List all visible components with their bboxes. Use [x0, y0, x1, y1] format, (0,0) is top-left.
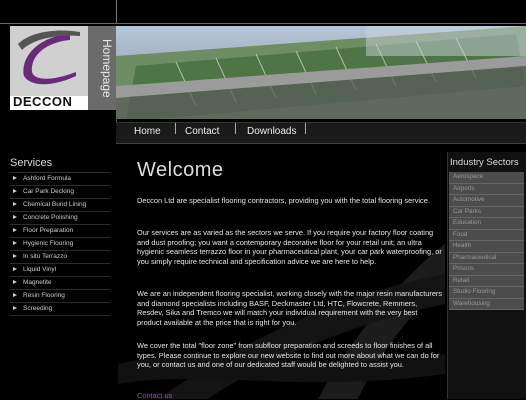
- main-nav: Home Contact Downloads: [116, 122, 526, 144]
- service-item[interactable]: Car Park Decking: [10, 186, 110, 199]
- coverage-paragraph: We cover the total "floor zone" from sub…: [137, 341, 440, 369]
- logo-text: DECCON: [13, 94, 73, 109]
- service-item[interactable]: Floor Preparation: [10, 225, 110, 238]
- arrow-right-icon: [13, 280, 17, 285]
- service-item[interactable]: In situ Terrazzo: [10, 251, 110, 264]
- sector-item[interactable]: Health: [449, 241, 524, 253]
- nav-separator: [305, 123, 306, 134]
- sector-item[interactable]: Warehousing: [449, 298, 524, 310]
- sector-item[interactable]: Retail: [449, 275, 524, 287]
- nav-item-downloads[interactable]: Downloads: [247, 126, 296, 137]
- services-heading: Services: [10, 157, 53, 169]
- services-paragraph: Our services are as varied as the sector…: [137, 228, 442, 266]
- arrow-right-icon: [13, 241, 17, 246]
- sector-item[interactable]: Prisons: [449, 264, 524, 276]
- top-bar: [0, 0, 526, 24]
- sector-item[interactable]: Pharmaceutical: [449, 252, 524, 264]
- nav-separator: [235, 123, 236, 134]
- sector-item[interactable]: Car Parks: [449, 206, 524, 218]
- sector-item[interactable]: Aerospace: [449, 172, 524, 184]
- homepage-label: Homepage: [100, 38, 114, 98]
- nav-item-contact[interactable]: Contact: [185, 126, 219, 137]
- nav-separator: [175, 123, 176, 134]
- arrow-right-icon: [13, 202, 17, 207]
- logo-swoosh-icon: [10, 26, 88, 96]
- sector-item[interactable]: Airports: [449, 183, 524, 195]
- service-item[interactable]: Ashford Formula: [10, 173, 110, 186]
- service-item[interactable]: Chemical Bund Lining: [10, 199, 110, 212]
- service-item[interactable]: Screeding: [10, 303, 110, 316]
- homepage-tab[interactable]: Homepage: [88, 26, 116, 110]
- intro-paragraph: Deccon Ltd are specialist flooring contr…: [137, 196, 430, 205]
- arrow-right-icon: [13, 189, 17, 194]
- service-item[interactable]: Resin Flooring: [10, 290, 110, 303]
- service-item[interactable]: Concrete Polishing: [10, 212, 110, 225]
- services-list: Ashford Formula Car Park Decking Chemica…: [10, 172, 110, 316]
- industry-sectors-heading: Industry Sectors: [450, 157, 519, 168]
- top-rule: [0, 23, 526, 24]
- service-item[interactable]: Liquid Vinyl: [10, 264, 110, 277]
- arrow-right-icon: [13, 306, 17, 311]
- industry-sectors-list: Aerospace Airports Automotive Car Parks …: [449, 172, 524, 310]
- arrow-right-icon: [13, 176, 17, 181]
- sector-item[interactable]: Education: [449, 218, 524, 230]
- sector-item[interactable]: Automotive: [449, 195, 524, 207]
- arrow-right-icon: [13, 267, 17, 272]
- sector-item[interactable]: Studio Flooring: [449, 287, 524, 299]
- service-item[interactable]: Hygienic Flooring: [10, 238, 110, 251]
- page-title: Welcome: [137, 159, 224, 181]
- banner-car-park-image: [116, 26, 526, 119]
- service-item[interactable]: Magnetite: [10, 277, 110, 290]
- arrow-right-icon: [13, 293, 17, 298]
- arrow-right-icon: [13, 254, 17, 259]
- partners-paragraph: We are an independent flooring specialis…: [137, 289, 443, 327]
- sector-item[interactable]: Food: [449, 229, 524, 241]
- top-divider: [116, 0, 117, 24]
- nav-item-home[interactable]: Home: [134, 126, 161, 137]
- arrow-right-icon: [13, 215, 17, 220]
- arrow-right-icon: [13, 228, 17, 233]
